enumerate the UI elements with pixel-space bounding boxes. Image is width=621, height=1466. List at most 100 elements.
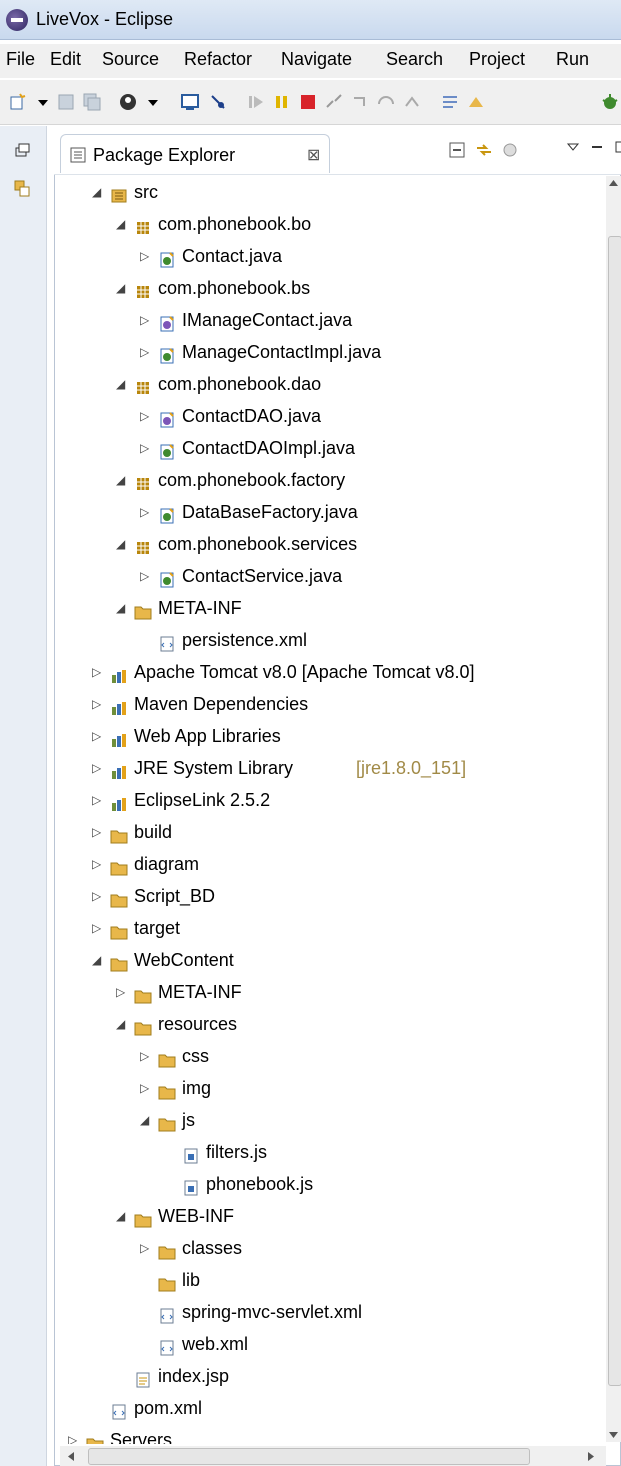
tree-row[interactable]: ◢ com.phonebook.bo xyxy=(0,208,604,240)
tree-collapsed-icon[interactable]: ▷ xyxy=(92,912,106,944)
tree-row[interactable]: ▷ target xyxy=(0,912,604,944)
tree-row[interactable]: ▷ Web App Libraries xyxy=(0,720,604,752)
tree-collapsed-icon[interactable]: ▷ xyxy=(92,784,106,816)
tree-row[interactable]: ◢ resources xyxy=(0,1008,604,1040)
tab-package-explorer[interactable]: Package Explorer ⊠ xyxy=(60,134,330,173)
tree-row[interactable]: ▷ Maven Dependencies xyxy=(0,688,604,720)
tree-expanded-icon[interactable]: ◢ xyxy=(116,1008,130,1040)
menu-project[interactable]: Project xyxy=(469,49,525,70)
menu-refactor[interactable]: Refactor xyxy=(184,49,252,70)
profile-icon[interactable] xyxy=(118,92,138,112)
tree-row[interactable]: pom.xml xyxy=(0,1392,604,1424)
tree-row[interactable]: ▷ classes xyxy=(0,1232,604,1264)
tree-row[interactable]: ▷ ContactDAOImpl.java xyxy=(0,432,604,464)
menu-file[interactable]: File xyxy=(6,49,35,70)
tree-collapsed-icon[interactable]: ▷ xyxy=(140,1232,154,1264)
tree-row[interactable]: lib xyxy=(0,1264,604,1296)
tree-collapsed-icon[interactable]: ▷ xyxy=(140,496,154,528)
tree-row[interactable]: ◢ META-INF xyxy=(0,592,604,624)
tree-expanded-icon[interactable]: ◢ xyxy=(116,592,130,624)
tree-collapsed-icon[interactable]: ▷ xyxy=(140,304,154,336)
view-menu-icon[interactable] xyxy=(566,140,580,154)
step-into-icon[interactable] xyxy=(350,92,370,112)
tree-row[interactable]: ◢ src xyxy=(0,176,604,208)
tree-row[interactable]: spring-mvc-servlet.xml xyxy=(0,1296,604,1328)
collapse-all-icon[interactable] xyxy=(447,140,467,160)
tree-row[interactable]: ▷ build xyxy=(0,816,604,848)
maximize-icon[interactable] xyxy=(614,140,621,154)
tree-expanded-icon[interactable]: ◢ xyxy=(116,464,130,496)
tree-collapsed-icon[interactable]: ▷ xyxy=(92,656,106,688)
tree-row[interactable]: ▷ ContactDAO.java xyxy=(0,400,604,432)
dropdown-arrow-icon[interactable] xyxy=(144,92,164,112)
tree-row[interactable]: ◢ com.phonebook.factory xyxy=(0,464,604,496)
tree-collapsed-icon[interactable]: ▷ xyxy=(92,720,106,752)
link-with-editor-icon[interactable] xyxy=(474,140,494,160)
menu-search[interactable]: Search xyxy=(386,49,443,70)
tree-expanded-icon[interactable]: ◢ xyxy=(116,1200,130,1232)
tree-row[interactable]: filters.js xyxy=(0,1136,604,1168)
console-icon[interactable] xyxy=(180,92,200,112)
step-over-icon[interactable] xyxy=(376,92,396,112)
tree-row[interactable]: ▷ css xyxy=(0,1040,604,1072)
tree-row[interactable]: web.xml xyxy=(0,1328,604,1360)
tree-collapsed-icon[interactable]: ▷ xyxy=(140,240,154,272)
tree-row[interactable]: ◢ WebContent xyxy=(0,944,604,976)
tree-row[interactable]: ▷ diagram xyxy=(0,848,604,880)
tree-collapsed-icon[interactable]: ▷ xyxy=(140,400,154,432)
tree-collapsed-icon[interactable]: ▷ xyxy=(116,976,130,1008)
menu-source[interactable]: Source xyxy=(102,49,159,70)
tree-collapsed-icon[interactable]: ▷ xyxy=(140,560,154,592)
horizontal-scrollbar-thumb[interactable] xyxy=(88,1448,530,1465)
use-step-filters-icon[interactable] xyxy=(466,92,486,112)
skip-breakpoints-icon[interactable] xyxy=(208,92,228,112)
tree-row[interactable]: ▷ ManageContactImpl.java xyxy=(0,336,604,368)
tree-collapsed-icon[interactable]: ▷ xyxy=(140,432,154,464)
vertical-scrollbar-thumb[interactable] xyxy=(608,236,621,1386)
tree-row[interactable]: ▷ EclipseLink 2.5.2 xyxy=(0,784,604,816)
tree-collapsed-icon[interactable]: ▷ xyxy=(92,848,106,880)
tree-row[interactable]: ▷ ContactService.java xyxy=(0,560,604,592)
focus-task-icon[interactable] xyxy=(500,140,520,160)
horizontal-scrollbar[interactable] xyxy=(60,1446,606,1466)
new-icon[interactable] xyxy=(8,92,28,112)
tree-row[interactable]: ◢ WEB-INF xyxy=(0,1200,604,1232)
tree-row[interactable]: ▷ JRE System Library [jre1.8.0_151] xyxy=(0,752,604,784)
restore-icon[interactable] xyxy=(12,142,32,158)
scroll-left-icon[interactable] xyxy=(66,1451,76,1462)
scroll-down-icon[interactable] xyxy=(608,1430,619,1440)
close-tab-icon[interactable]: ⊠ xyxy=(307,145,320,165)
menu-edit[interactable]: Edit xyxy=(50,49,81,70)
save-icon[interactable] xyxy=(56,92,76,112)
tree-row[interactable]: ◢ js xyxy=(0,1104,604,1136)
step-return-icon[interactable] xyxy=(402,92,422,112)
tree-row[interactable]: index.jsp xyxy=(0,1360,604,1392)
tree-row[interactable]: ◢ com.phonebook.bs xyxy=(0,272,604,304)
resume-icon[interactable] xyxy=(246,92,266,112)
tree-row[interactable]: ▷ Servers xyxy=(0,1424,604,1444)
tree-collapsed-icon[interactable]: ▷ xyxy=(68,1424,82,1444)
tree-expanded-icon[interactable]: ◢ xyxy=(92,944,106,976)
tree-collapsed-icon[interactable]: ▷ xyxy=(140,1040,154,1072)
tree-collapsed-icon[interactable]: ▷ xyxy=(92,752,106,784)
tree-row[interactable]: ◢ com.phonebook.services xyxy=(0,528,604,560)
tree-row[interactable]: ▷ IManageContact.java xyxy=(0,304,604,336)
tree-expanded-icon[interactable]: ◢ xyxy=(92,176,106,208)
menu-navigate[interactable]: Navigate xyxy=(281,49,352,70)
tree-expanded-icon[interactable]: ◢ xyxy=(116,368,130,400)
tree-row[interactable]: ▷ DataBaseFactory.java xyxy=(0,496,604,528)
tree-row[interactable]: persistence.xml xyxy=(0,624,604,656)
minimize-icon[interactable] xyxy=(590,140,604,154)
tree-collapsed-icon[interactable]: ▷ xyxy=(92,688,106,720)
tree-collapsed-icon[interactable]: ▷ xyxy=(140,336,154,368)
tree-expanded-icon[interactable]: ◢ xyxy=(140,1104,154,1136)
disconnect-icon[interactable] xyxy=(324,92,344,112)
tree-collapsed-icon[interactable]: ▷ xyxy=(92,816,106,848)
tree-row[interactable]: ▷ Script_BD xyxy=(0,880,604,912)
scroll-right-icon[interactable] xyxy=(586,1451,596,1462)
tree-row[interactable]: ◢ com.phonebook.dao xyxy=(0,368,604,400)
save-all-icon[interactable] xyxy=(82,92,102,112)
tree-row[interactable]: phonebook.js xyxy=(0,1168,604,1200)
tree-expanded-icon[interactable]: ◢ xyxy=(116,208,130,240)
tree-expanded-icon[interactable]: ◢ xyxy=(116,528,130,560)
